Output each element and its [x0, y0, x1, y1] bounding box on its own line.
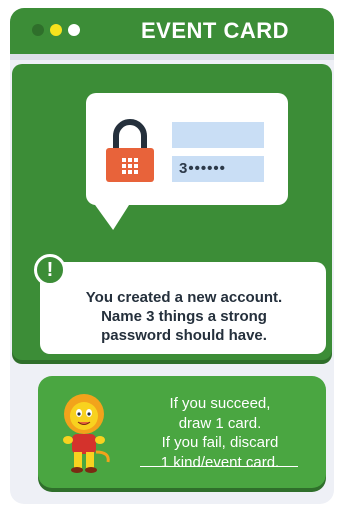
padlock-icon [106, 119, 154, 182]
header-dot-white [68, 24, 80, 36]
outcome-line-4: 1 kind/event card. [160, 453, 280, 471]
prompt-line-1: You created a new account. [85, 289, 283, 306]
outcome-line-3: If you fail, discard [161, 434, 279, 451]
header-dot-yellow [50, 24, 62, 36]
alert-icon: ! [34, 254, 66, 286]
outcome-text: If you succeed, draw 1 card. If you fail… [122, 394, 318, 472]
header-band [10, 54, 334, 60]
header-dot-dark [32, 24, 44, 36]
outcome-underline [140, 466, 298, 467]
prompt-text: You created a new account. Name 3 things… [48, 288, 320, 345]
password-field: 3•••••• [172, 156, 264, 182]
card-header: EVENT CARD [10, 8, 334, 54]
lion-mascot-icon [63, 394, 110, 473]
outcome-line-1: If you succeed, [169, 395, 271, 412]
card-title: EVENT CARD [140, 18, 289, 43]
outcome-line-2: draw 1 card. [178, 414, 262, 432]
prompt-line-2: Name 3 things a strong [101, 308, 267, 325]
username-field [172, 122, 264, 148]
prompt-line-3: password should have. [101, 327, 267, 344]
